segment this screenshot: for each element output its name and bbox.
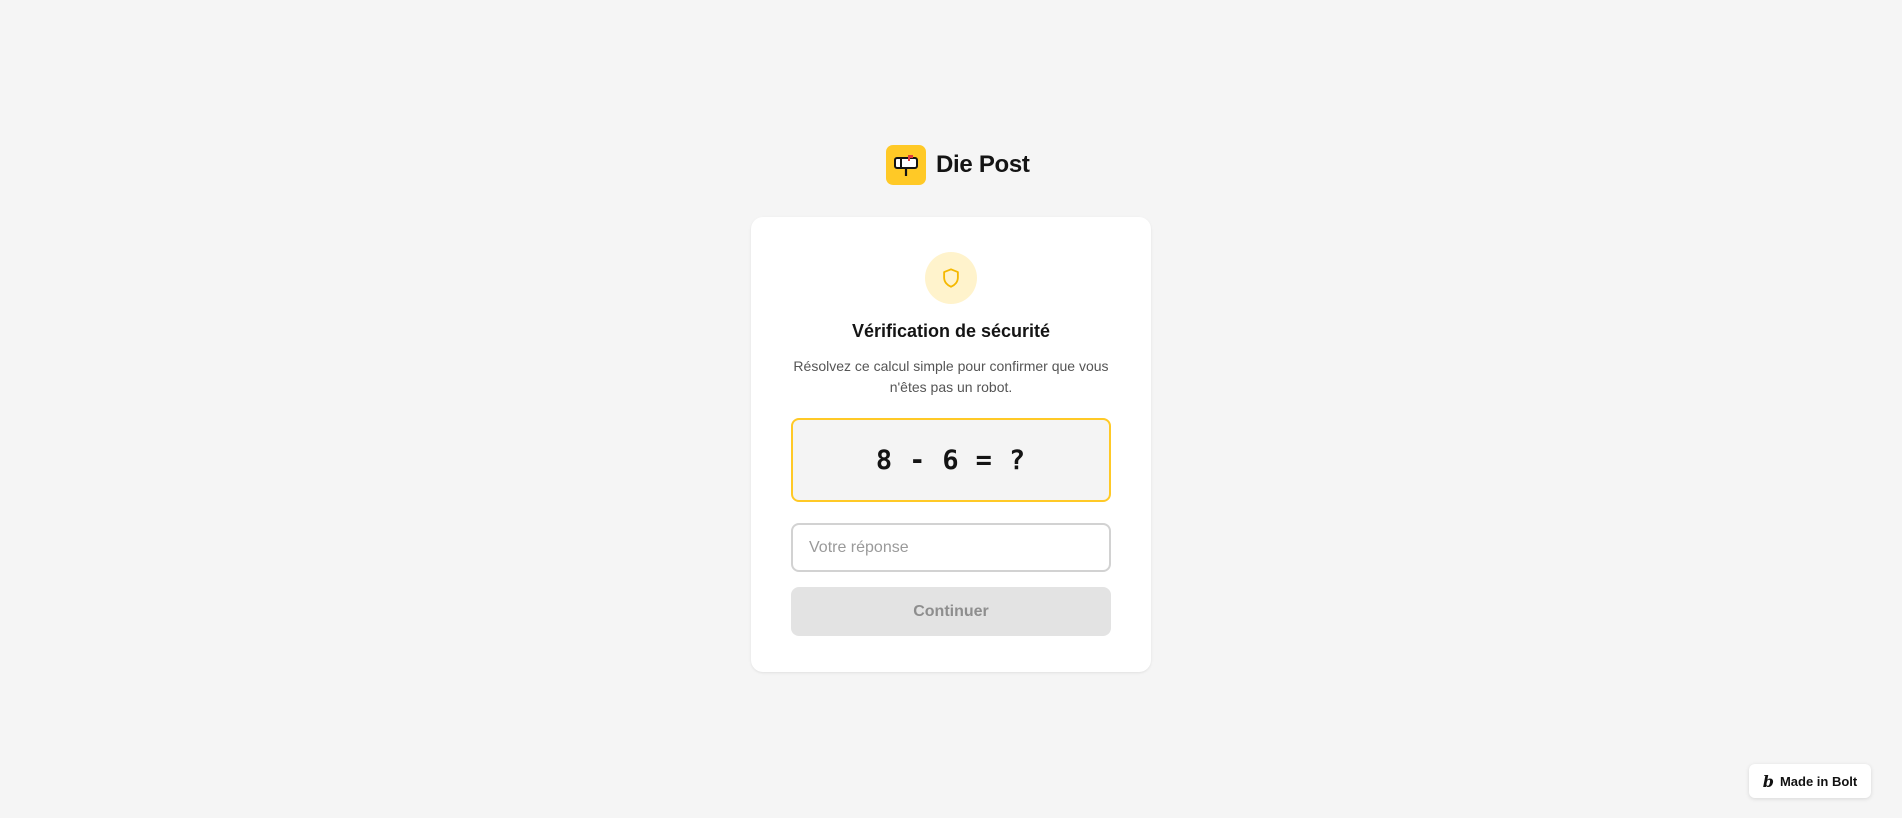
page: Die Post Vérification de sécurité Résolv… <box>0 0 1902 818</box>
shield-icon <box>925 252 977 304</box>
equation-operand-a: 8 <box>875 444 894 476</box>
captcha-equation: 8 - 6 = ? <box>791 418 1111 502</box>
brand-header: Die Post <box>886 145 1030 185</box>
card-title: Vérification de sécurité <box>851 321 1051 341</box>
verification-card: Vérification de sécurité Résolvez ce cal… <box>751 217 1151 672</box>
card-subtitle: Résolvez ce calcul simple pour confirmer… <box>793 358 1109 395</box>
equation-unknown: ? <box>1008 444 1027 476</box>
bolt-b-icon: b <box>1762 771 1774 791</box>
made-in-bolt-badge[interactable]: b Made in Bolt <box>1749 764 1871 798</box>
brand-name: Die Post <box>936 151 1030 178</box>
equation-operand-b: 6 <box>942 444 960 476</box>
continue-button[interactable]: Continuer <box>791 587 1111 636</box>
equation-operator: - <box>909 444 927 476</box>
mailbox-icon <box>886 145 926 185</box>
answer-input[interactable] <box>791 523 1111 572</box>
badge-label: Made in Bolt <box>1779 773 1858 789</box>
equation-equals: = <box>975 444 993 476</box>
